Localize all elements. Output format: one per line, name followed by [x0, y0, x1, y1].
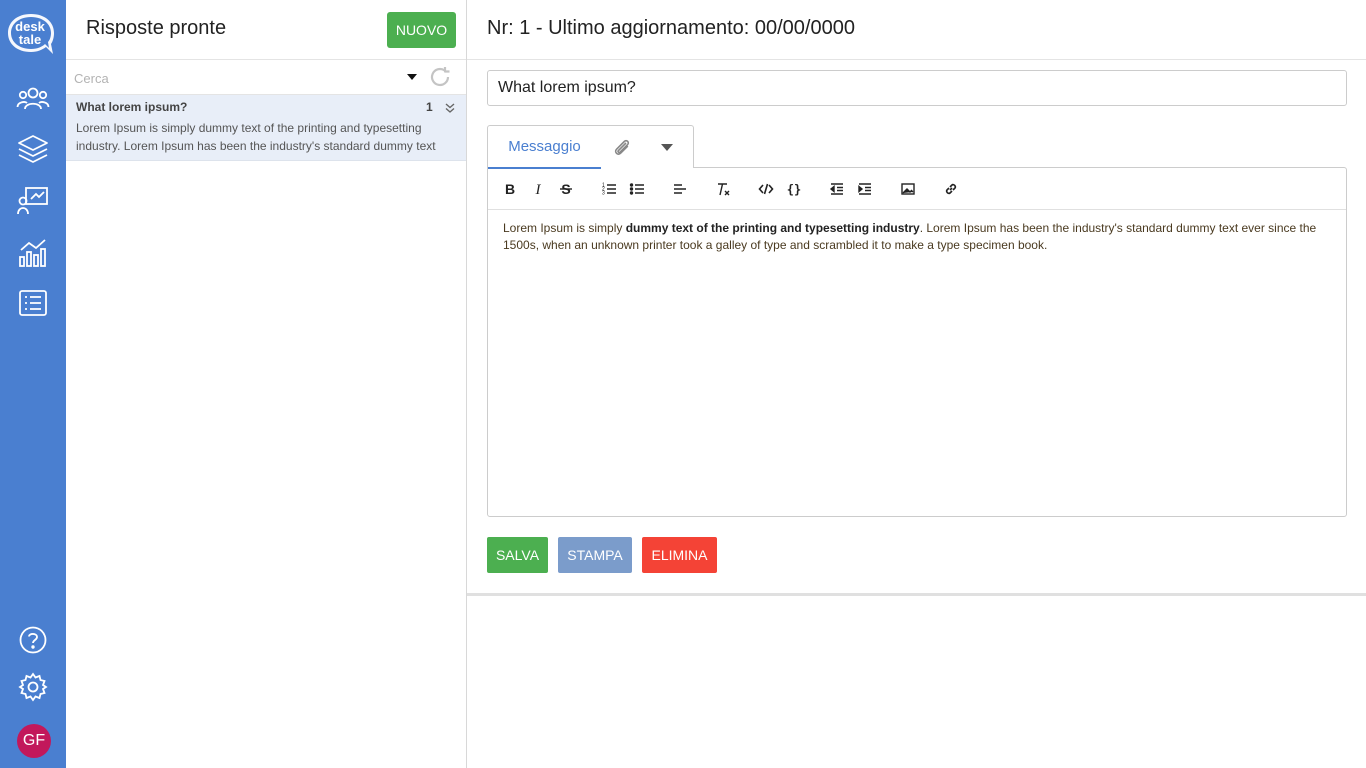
detail-header: Nr: 1 - Ultimo aggiornamento: 00/00/0000 — [467, 0, 1366, 60]
rich-text-editor: B I S 123 {} Lorem Ipsum is simply dummy… — [487, 167, 1347, 517]
detail-title: Nr: 1 - Ultimo aggiornamento: 00/00/0000 — [487, 17, 855, 39]
tab-message[interactable]: Messaggio — [488, 126, 601, 169]
svg-text:I: I — [535, 182, 542, 197]
refresh-icon[interactable] — [428, 65, 452, 89]
double-chevron-down-icon[interactable] — [444, 102, 456, 114]
help-icon[interactable] — [15, 622, 51, 658]
detail-panel: Nr: 1 - Ultimo aggiornamento: 00/00/0000… — [467, 0, 1366, 768]
image-icon[interactable] — [897, 178, 919, 200]
new-button[interactable]: NUOVO — [387, 12, 456, 48]
layers-icon[interactable] — [15, 131, 51, 167]
svg-text:B: B — [505, 181, 515, 197]
editor-toolbar: B I S 123 {} — [488, 168, 1346, 210]
logo-text-2: tale — [19, 32, 41, 47]
presentation-icon[interactable] — [15, 183, 51, 219]
align-left-icon[interactable] — [669, 178, 691, 200]
indent-icon[interactable] — [854, 178, 876, 200]
desktale-logo[interactable]: desk tale — [5, 11, 57, 57]
italic-icon[interactable]: I — [527, 178, 549, 200]
tab-dropdown-icon[interactable] — [661, 144, 673, 151]
strikethrough-icon[interactable]: S — [555, 178, 577, 200]
code-inline-icon[interactable] — [755, 178, 777, 200]
search-bar — [66, 59, 466, 95]
responses-list-panel: Risposte pronte NUOVO What lorem ipsum? … — [66, 0, 467, 768]
search-input[interactable] — [74, 68, 394, 88]
clear-format-icon[interactable] — [712, 178, 734, 200]
section-divider — [467, 593, 1366, 596]
list-title: Risposte pronte — [86, 17, 227, 39]
sidebar: desk tale GF — [0, 0, 66, 768]
save-button[interactable]: SALVA — [487, 537, 548, 573]
editor-tabs: Messaggio — [487, 125, 694, 169]
outdent-icon[interactable] — [826, 178, 848, 200]
user-avatar[interactable]: GF — [17, 724, 51, 758]
bullet-list-icon[interactable] — [626, 178, 648, 200]
list-item-count: 1 — [426, 100, 433, 114]
ordered-list-icon[interactable]: 123 — [598, 178, 620, 200]
subject-input[interactable] — [487, 70, 1347, 106]
editor-content[interactable]: Lorem Ipsum is simply dummy text of the … — [503, 220, 1333, 254]
filter-dropdown-icon[interactable] — [407, 74, 417, 80]
list-icon[interactable] — [15, 285, 51, 321]
content-bold-text: dummy text of the printing and typesetti… — [625, 221, 920, 235]
analytics-icon[interactable] — [15, 234, 51, 270]
svg-text:{}: {} — [787, 183, 801, 197]
list-item-preview: Lorem Ipsum is simply dummy text of the … — [76, 121, 436, 153]
list-item-title: What lorem ipsum? — [76, 100, 188, 114]
code-block-icon[interactable]: {} — [783, 178, 805, 200]
settings-icon[interactable] — [15, 669, 51, 705]
paperclip-icon[interactable] — [610, 136, 634, 160]
svg-text:3: 3 — [602, 191, 605, 197]
bold-icon[interactable]: B — [499, 178, 521, 200]
link-icon[interactable] — [940, 178, 962, 200]
users-icon[interactable] — [15, 81, 51, 117]
delete-button[interactable]: ELIMINA — [642, 537, 717, 573]
content-text-1: Lorem Ipsum is simply — [503, 221, 626, 235]
list-item[interactable]: What lorem ipsum? 1 Lorem Ipsum is simpl… — [66, 95, 466, 161]
print-button[interactable]: STAMPA — [558, 537, 632, 573]
